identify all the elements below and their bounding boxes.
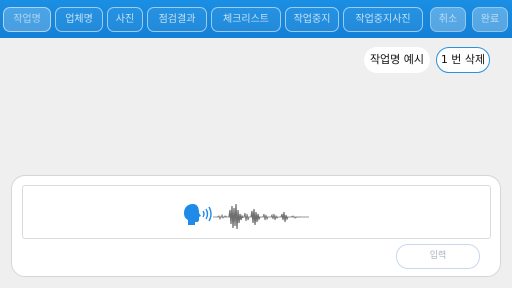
tab-checklist[interactable]: 체크리스트 [211,7,281,32]
work-name-example-chip[interactable]: 작업명 예시 [364,47,430,73]
speaking-head-icon [184,204,212,225]
submit-button[interactable]: 입력 [396,244,480,269]
tab-inspection-result[interactable]: 점검결과 [147,7,207,32]
tab-work-stop-photo[interactable]: 작업중지사진 [343,7,423,32]
delete-item-chip[interactable]: 1 번 삭제 [436,47,490,73]
done-button[interactable]: 완료 [472,7,508,32]
audio-waveform-icon [213,203,309,230]
tab-bar: 작업명 업체명 사진 점검결과 체크리스트 작업중지 작업중지사진 취소 완료 [0,0,512,38]
voice-input-area[interactable] [22,185,491,239]
input-panel: 입력 [11,175,501,277]
cancel-button[interactable]: 취소 [430,7,466,32]
tab-company-name[interactable]: 업체명 [55,7,103,32]
tab-work-name[interactable]: 작업명 [3,7,51,32]
tab-photo[interactable]: 사진 [107,7,143,32]
tab-work-stop[interactable]: 작업중지 [285,7,339,32]
